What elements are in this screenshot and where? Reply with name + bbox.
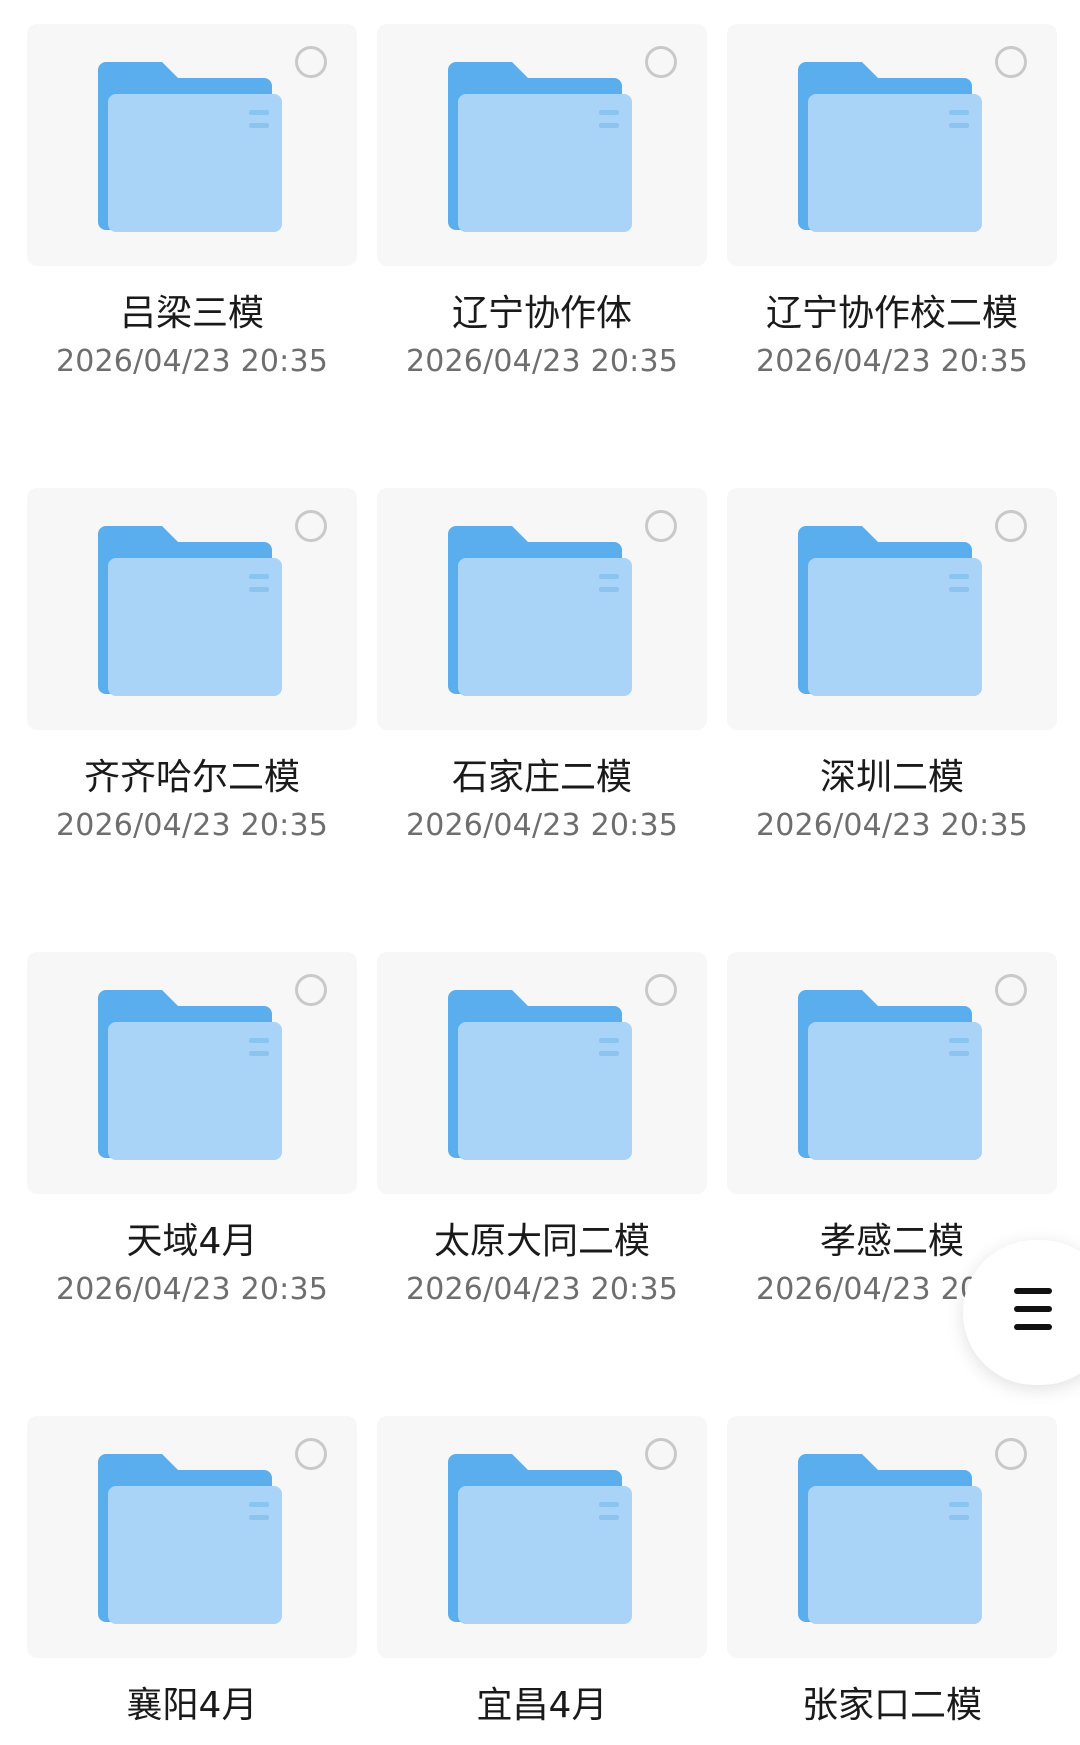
folder-name: 太原大同二模 bbox=[433, 1221, 650, 1262]
folder-icon bbox=[98, 526, 282, 696]
folder-item[interactable]: 辽宁协作体 2026/04/23 20:35 bbox=[377, 24, 707, 444]
folder-item[interactable]: 宜昌4月 bbox=[377, 1416, 707, 1745]
folder-icon bbox=[98, 990, 282, 1160]
folder-thumbnail[interactable] bbox=[377, 952, 707, 1194]
folder-thumbnail[interactable] bbox=[377, 24, 707, 266]
folder-date: 2026/04/23 20:35 bbox=[405, 1272, 679, 1307]
folder-grid: 吕梁三模 2026/04/23 20:35 辽宁协作体 2026/04/23 2… bbox=[0, 0, 1080, 1745]
folder-item[interactable]: 张家口二模 bbox=[727, 1416, 1057, 1745]
folder-thumbnail[interactable] bbox=[27, 24, 357, 266]
folder-thumbnail[interactable] bbox=[377, 1416, 707, 1658]
folder-name: 辽宁协作体 bbox=[451, 293, 632, 334]
folder-item[interactable]: 襄阳4月 bbox=[27, 1416, 357, 1745]
folder-date: 2026/04/23 20:35 bbox=[55, 808, 329, 843]
menu-icon bbox=[1014, 1288, 1052, 1332]
select-radio-icon[interactable] bbox=[645, 46, 677, 78]
folder-thumbnail[interactable] bbox=[27, 488, 357, 730]
folder-date: 2026/04/23 20:35 bbox=[55, 344, 329, 379]
folder-name: 宜昌4月 bbox=[476, 1685, 608, 1726]
folder-name: 石家庄二模 bbox=[451, 757, 632, 798]
folder-item[interactable]: 太原大同二模 2026/04/23 20:35 bbox=[377, 952, 707, 1372]
select-radio-icon[interactable] bbox=[995, 510, 1027, 542]
folder-icon bbox=[448, 1454, 632, 1624]
folder-date: 2026/04/23 20:35 bbox=[405, 344, 679, 379]
folder-item[interactable]: 天域4月 2026/04/23 20:35 bbox=[27, 952, 357, 1372]
folder-date: 2026/04/23 20:35 bbox=[755, 344, 1029, 379]
select-radio-icon[interactable] bbox=[295, 46, 327, 78]
folder-icon bbox=[98, 62, 282, 232]
select-radio-icon[interactable] bbox=[995, 1438, 1027, 1470]
folder-date: 2026/04/23 20:35 bbox=[405, 808, 679, 843]
folder-name: 吕梁三模 bbox=[119, 293, 264, 334]
folder-thumbnail[interactable] bbox=[27, 952, 357, 1194]
folder-name: 辽宁协作校二模 bbox=[765, 293, 1018, 334]
select-radio-icon[interactable] bbox=[995, 974, 1027, 1006]
folder-item[interactable]: 深圳二模 2026/04/23 20:35 bbox=[727, 488, 1057, 908]
folder-name: 深圳二模 bbox=[819, 757, 964, 798]
folder-thumbnail[interactable] bbox=[27, 1416, 357, 1658]
folder-thumbnail[interactable] bbox=[727, 488, 1057, 730]
folder-icon bbox=[798, 1454, 982, 1624]
folder-thumbnail[interactable] bbox=[377, 488, 707, 730]
select-radio-icon[interactable] bbox=[645, 1438, 677, 1470]
folder-item[interactable]: 齐齐哈尔二模 2026/04/23 20:35 bbox=[27, 488, 357, 908]
folder-icon bbox=[448, 990, 632, 1160]
select-radio-icon[interactable] bbox=[295, 974, 327, 1006]
select-radio-icon[interactable] bbox=[645, 974, 677, 1006]
folder-name: 天域4月 bbox=[126, 1221, 258, 1262]
folder-icon bbox=[798, 526, 982, 696]
folder-date: 2026/04/23 20:35 bbox=[755, 808, 1029, 843]
folder-name: 齐齐哈尔二模 bbox=[83, 757, 300, 798]
select-radio-icon[interactable] bbox=[295, 1438, 327, 1470]
folder-thumbnail[interactable] bbox=[727, 24, 1057, 266]
folder-icon bbox=[798, 62, 982, 232]
folder-item[interactable]: 辽宁协作校二模 2026/04/23 20:35 bbox=[727, 24, 1057, 444]
folder-icon bbox=[448, 526, 632, 696]
folder-item[interactable]: 吕梁三模 2026/04/23 20:35 bbox=[27, 24, 357, 444]
select-radio-icon[interactable] bbox=[995, 46, 1027, 78]
folder-date: 2026/04/23 20:35 bbox=[55, 1272, 329, 1307]
folder-thumbnail[interactable] bbox=[727, 1416, 1057, 1658]
folder-icon bbox=[98, 1454, 282, 1624]
folder-name: 襄阳4月 bbox=[126, 1685, 258, 1726]
folder-thumbnail[interactable] bbox=[727, 952, 1057, 1194]
folder-icon bbox=[448, 62, 632, 232]
folder-icon bbox=[798, 990, 982, 1160]
folder-name: 张家口二模 bbox=[801, 1685, 982, 1726]
folder-item[interactable]: 石家庄二模 2026/04/23 20:35 bbox=[377, 488, 707, 908]
select-radio-icon[interactable] bbox=[295, 510, 327, 542]
select-radio-icon[interactable] bbox=[645, 510, 677, 542]
